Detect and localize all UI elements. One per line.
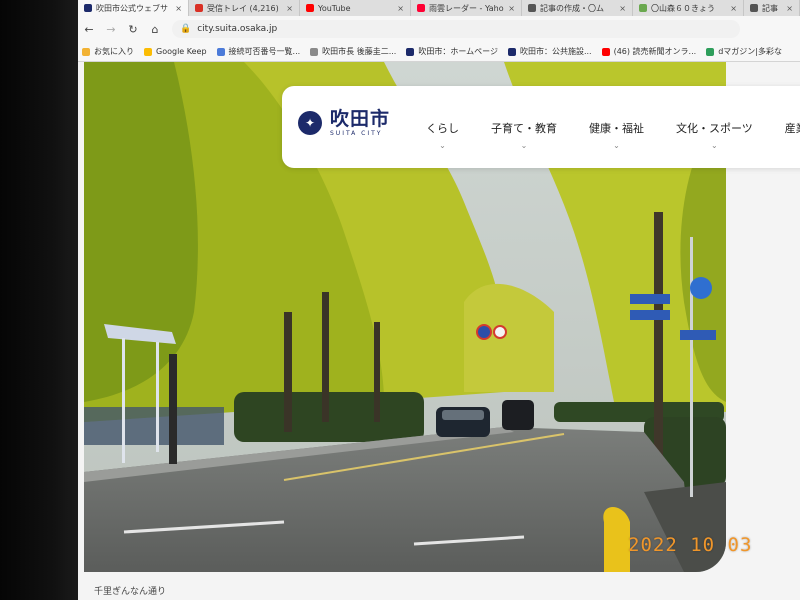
- bookmark-item[interactable]: (46) 読売新聞オンラ...: [601, 46, 697, 57]
- bookmark-label: 接続可否番号一覧...: [228, 47, 301, 56]
- tab-favicon-icon: [84, 4, 92, 12]
- nav-item-culture[interactable]: 文化・スポーツ ⌄: [676, 120, 753, 150]
- nav-label: 文化・スポーツ: [676, 122, 753, 135]
- site-logo[interactable]: ✦ 吹田市 SUITA CITY: [298, 108, 390, 137]
- web-page: ✦ 吹田市 SUITA CITY くらし ⌄ 子育て・教育 ⌄ 健康・福祉 ⌄: [78, 62, 800, 600]
- bookmark-favicon-icon: [601, 47, 610, 56]
- close-icon[interactable]: ×: [508, 4, 515, 13]
- close-icon[interactable]: ×: [397, 4, 404, 13]
- browser-tab[interactable]: YouTube ×: [300, 0, 411, 16]
- bookmark-item[interactable]: 吹田市長 後藤圭二...: [310, 46, 396, 57]
- bookmark-favicon-icon: [406, 47, 415, 56]
- nav-item-living[interactable]: くらし ⌄: [426, 120, 459, 150]
- bookmark-item[interactable]: 吹田市：ホームページ: [406, 46, 498, 57]
- browser-tab[interactable]: 雨雲レーダー - Yaho ×: [411, 0, 522, 16]
- nav-label: 子育て・教育: [491, 122, 557, 135]
- tab-title: 雨雲レーダー - Yaho: [429, 3, 504, 13]
- tab-favicon-icon: [528, 4, 536, 12]
- bookmark-favicon-icon: [144, 47, 152, 56]
- bookmark-favicon-icon: [706, 47, 715, 56]
- tab-favicon-icon: [417, 4, 425, 12]
- forward-icon[interactable]: →: [100, 23, 122, 36]
- browser-tab[interactable]: 受信トレイ (4,216) ×: [189, 0, 300, 16]
- bookmark-label: dマガジン|多彩な: [718, 47, 782, 56]
- tab-title: YouTube: [318, 3, 351, 13]
- bookmark-label: 吹田市：公共施設...: [519, 47, 592, 56]
- city-emblem-icon: ✦: [298, 110, 322, 135]
- tab-title: 吹田市公式ウェブサ: [96, 3, 168, 13]
- home-icon[interactable]: ⌂: [144, 23, 166, 36]
- tab-strip: 吹田市公式ウェブサ × 受信トレイ (4,216) × YouTube × 雨雲レーダー -…: [78, 0, 800, 16]
- bookmark-item[interactable]: お気に入り: [82, 46, 134, 57]
- browser-tab[interactable]: 記事 ×: [744, 0, 800, 16]
- tab-favicon-icon: [639, 4, 647, 12]
- bookmark-favicon-icon: [310, 47, 319, 56]
- bookmark-label: Google Keep: [156, 47, 207, 56]
- close-icon[interactable]: ×: [175, 4, 182, 13]
- tab-title: 記事の作成・〇ム: [540, 3, 604, 13]
- logo-title: 吹田市: [330, 108, 391, 130]
- reload-icon[interactable]: ↻: [122, 23, 144, 36]
- chevron-down-icon: ⌄: [520, 141, 528, 150]
- address-text: city.suita.osaka.jp: [197, 24, 278, 34]
- chevron-down-icon: ⌄: [439, 141, 446, 150]
- bookmark-favicon-icon: [507, 47, 516, 56]
- bookmark-item[interactable]: dマガジン|多彩な: [706, 46, 782, 57]
- tab-title: 〇山森６０きょう: [651, 3, 715, 13]
- bookmark-label: お気に入り: [94, 47, 134, 56]
- bookmarks-bar: お気に入り Google Keep 接続可否番号一覧... 吹田市長 後藤圭二... 吹…: [78, 42, 800, 62]
- tab-favicon-icon: [195, 4, 203, 12]
- chevron-down-icon: ⌄: [613, 141, 620, 150]
- tab-title: 記事: [762, 3, 778, 13]
- tab-title: 受信トレイ (4,216): [207, 3, 279, 13]
- tab-favicon-icon: [306, 4, 314, 12]
- nav-label: 産業・ま: [784, 122, 800, 135]
- address-bar[interactable]: 🔒 city.suita.osaka.jp: [172, 20, 740, 38]
- browser-tab[interactable]: 吹田市公式ウェブサ ×: [78, 0, 189, 16]
- site-header: ✦ 吹田市 SUITA CITY くらし ⌄ 子育て・教育 ⌄ 健康・福祉 ⌄: [282, 86, 800, 168]
- nav-item-childcare[interactable]: 子育て・教育 ⌄: [491, 120, 557, 150]
- global-nav: くらし ⌄ 子育て・教育 ⌄ 健康・福祉 ⌄ 文化・スポーツ ⌄ 産業・ま: [426, 120, 800, 150]
- bookmark-favicon-icon: [216, 47, 225, 56]
- browser-window: 吹田市公式ウェブサ × 受信トレイ (4,216) × YouTube × 雨雲レーダー -…: [78, 0, 800, 600]
- chevron-down-icon: ⌄: [711, 141, 718, 150]
- photo-datestamp: 2022 10 03: [628, 534, 753, 556]
- logo-subtitle: SUITA CITY: [330, 130, 383, 137]
- lock-icon: 🔒: [180, 24, 192, 34]
- browser-toolbar: ← → ↻ ⌂ 🔒 city.suita.osaka.jp: [78, 16, 800, 42]
- close-icon[interactable]: ×: [730, 4, 737, 13]
- nav-item-industry[interactable]: 産業・ま ⌄: [785, 120, 800, 150]
- bookmark-label: 吹田市：ホームページ: [418, 47, 498, 56]
- browser-tab[interactable]: 〇山森６０きょう ×: [633, 0, 744, 16]
- bookmark-label: 吹田市長 後藤圭二...: [322, 47, 397, 56]
- bookmark-item[interactable]: 接続可否番号一覧...: [216, 46, 301, 57]
- browser-tab[interactable]: 記事の作成・〇ム ×: [522, 0, 633, 16]
- close-icon[interactable]: ×: [619, 4, 626, 13]
- close-icon[interactable]: ×: [286, 4, 293, 13]
- hero-caption: 千里ぎんなん通り: [94, 587, 167, 597]
- bookmark-item[interactable]: Google Keep: [144, 47, 207, 56]
- nav-label: 健康・福祉: [589, 122, 644, 135]
- bookmark-favicon-icon: [82, 47, 90, 56]
- close-icon[interactable]: ×: [786, 4, 793, 13]
- back-icon[interactable]: ←: [78, 23, 100, 36]
- nav-label: くらし: [426, 122, 459, 135]
- nav-item-health[interactable]: 健康・福祉 ⌄: [589, 120, 644, 150]
- tab-favicon-icon: [750, 4, 758, 12]
- bookmark-label: (46) 読売新聞オンラ...: [613, 47, 697, 56]
- bookmark-item[interactable]: 吹田市：公共施設...: [507, 46, 592, 57]
- monitor-bezel: [0, 0, 78, 600]
